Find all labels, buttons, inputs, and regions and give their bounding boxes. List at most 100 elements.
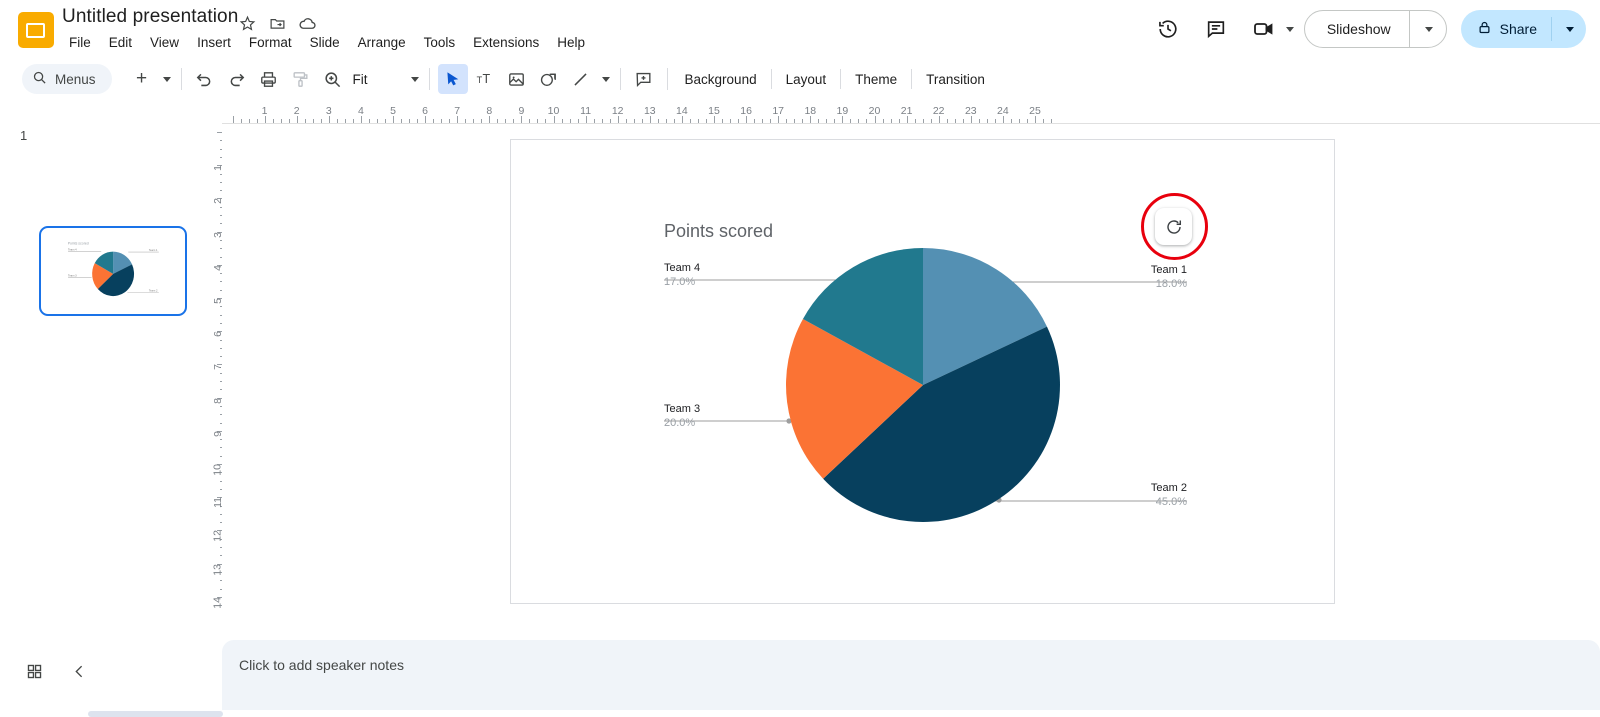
- slide-canvas[interactable]: Points scored Team 4 17.0% Team 3 20.0% …: [510, 139, 1335, 604]
- menu-edit[interactable]: Edit: [100, 32, 141, 53]
- ruler-tick: [786, 119, 788, 123]
- ruler-tick: [240, 119, 242, 123]
- pie-chart[interactable]: [511, 140, 1336, 605]
- share-button[interactable]: Share: [1460, 10, 1586, 48]
- slide-thumbnail-1[interactable]: Points scored Team 4 Team 3 Team 1 Team …: [39, 226, 187, 316]
- ruler-tick: [577, 119, 579, 123]
- chevron-down-icon[interactable]: [1285, 26, 1294, 32]
- pie-label-team1-percent: 18.0%: [1155, 278, 1187, 290]
- ruler-number: 18: [804, 105, 817, 117]
- menu-tools[interactable]: Tools: [415, 32, 465, 53]
- menu-arrange[interactable]: Arrange: [349, 32, 415, 53]
- meet-camera-button[interactable]: [1244, 9, 1294, 49]
- document-title[interactable]: Untitled presentation: [62, 6, 238, 28]
- ruler-number: 8: [486, 105, 493, 117]
- text-box-tool[interactable]: T T: [470, 64, 500, 94]
- theme-button[interactable]: Theme: [845, 67, 907, 92]
- menu-extensions[interactable]: Extensions: [464, 32, 548, 53]
- menu-file[interactable]: File: [60, 32, 100, 53]
- shape-tool[interactable]: [534, 64, 564, 94]
- menu-help[interactable]: Help: [548, 32, 594, 53]
- chevron-down-icon: [162, 76, 171, 82]
- ruler-tick: [288, 119, 290, 123]
- ruler-tick: [360, 116, 362, 123]
- ruler-tick: [738, 119, 740, 123]
- ruler-tick: [304, 119, 306, 123]
- horizontal-scrollbar[interactable]: [88, 711, 223, 717]
- ruler-tick: [417, 119, 419, 123]
- redo-button[interactable]: [222, 64, 252, 94]
- ruler-tick: [730, 119, 732, 123]
- ruler-tick: [593, 119, 595, 123]
- toolbar-divider: [666, 68, 668, 90]
- insert-image-tool[interactable]: [502, 64, 532, 94]
- speaker-notes-panel[interactable]: Click to add speaker notes: [222, 640, 1600, 710]
- ruler-tick: [449, 119, 451, 123]
- toolbar-divider: [770, 69, 772, 89]
- menu-format[interactable]: Format: [240, 32, 301, 53]
- ruler-tick: [489, 116, 491, 123]
- grid-view-icon[interactable]: [17, 654, 51, 688]
- cloud-saved-icon[interactable]: [296, 12, 318, 34]
- ruler-tick: [834, 119, 836, 123]
- transition-button[interactable]: Transition: [916, 67, 995, 92]
- chevron-left-icon[interactable]: [62, 654, 96, 688]
- print-button[interactable]: [254, 64, 284, 94]
- slides-logo-icon[interactable]: [18, 12, 54, 48]
- line-tool-caret[interactable]: [597, 64, 613, 94]
- ruler-tick: [280, 119, 282, 123]
- new-slide-button[interactable]: +: [127, 64, 157, 94]
- version-history-icon[interactable]: [1148, 9, 1188, 49]
- slideshow-caret[interactable]: [1410, 26, 1446, 32]
- background-button[interactable]: Background: [675, 67, 767, 92]
- menu-slide[interactable]: Slide: [301, 32, 349, 53]
- svg-text:T: T: [482, 72, 490, 86]
- layout-button[interactable]: Layout: [776, 67, 837, 92]
- ruler-tick: [625, 119, 627, 123]
- paint-format-button[interactable]: [286, 64, 316, 94]
- toolbar-divider: [619, 68, 621, 90]
- ruler-tick: [770, 119, 772, 123]
- move-to-folder-icon[interactable]: [266, 12, 288, 34]
- line-tool[interactable]: [566, 64, 596, 94]
- share-caret[interactable]: [1552, 26, 1586, 32]
- toolbar-divider: [428, 68, 430, 90]
- ruler-tick: [320, 119, 322, 123]
- star-icon[interactable]: [236, 12, 258, 34]
- select-tool[interactable]: [437, 64, 468, 94]
- ruler-tick: [1026, 119, 1028, 123]
- slideshow-button[interactable]: Slideshow: [1303, 10, 1447, 48]
- ruler-tick: [376, 119, 378, 123]
- ruler-tick: [561, 119, 563, 123]
- ruler-tick: [850, 119, 852, 123]
- new-slide-caret[interactable]: [158, 64, 174, 94]
- zoom-level-value[interactable]: Fit: [349, 72, 372, 87]
- menu-view[interactable]: View: [141, 32, 188, 53]
- ruler-tick: [930, 119, 932, 123]
- menu-insert[interactable]: Insert: [188, 32, 240, 53]
- search-icon: [32, 70, 47, 88]
- comment-icon[interactable]: [1196, 9, 1236, 49]
- slide-number-label: 1: [20, 128, 28, 143]
- svg-text:Points scored: Points scored: [68, 241, 89, 245]
- ruler-tick: [553, 116, 555, 123]
- meet-camera-icon[interactable]: [1244, 9, 1284, 49]
- zoom-button[interactable]: [318, 64, 348, 94]
- zoom-level-caret[interactable]: [406, 64, 422, 94]
- ruler-tick: [794, 119, 796, 123]
- add-comment-tool[interactable]: [629, 64, 659, 94]
- ruler-tick: [264, 116, 266, 123]
- menus-search-button[interactable]: Menus: [22, 64, 112, 94]
- chevron-down-icon: [1424, 26, 1433, 32]
- ruler-number: 13: [643, 105, 656, 117]
- refresh-chart-button[interactable]: [1155, 208, 1192, 245]
- ruler-tick: [497, 119, 499, 123]
- undo-button[interactable]: [190, 64, 220, 94]
- ruler-number: 14: [676, 105, 688, 117]
- ruler-tick: [914, 119, 916, 123]
- ruler-tick: [1051, 119, 1053, 123]
- ruler-tick: [409, 119, 411, 123]
- ruler-tick: [481, 119, 483, 123]
- ruler-tick: [1035, 116, 1036, 123]
- ruler-tick: [505, 119, 507, 123]
